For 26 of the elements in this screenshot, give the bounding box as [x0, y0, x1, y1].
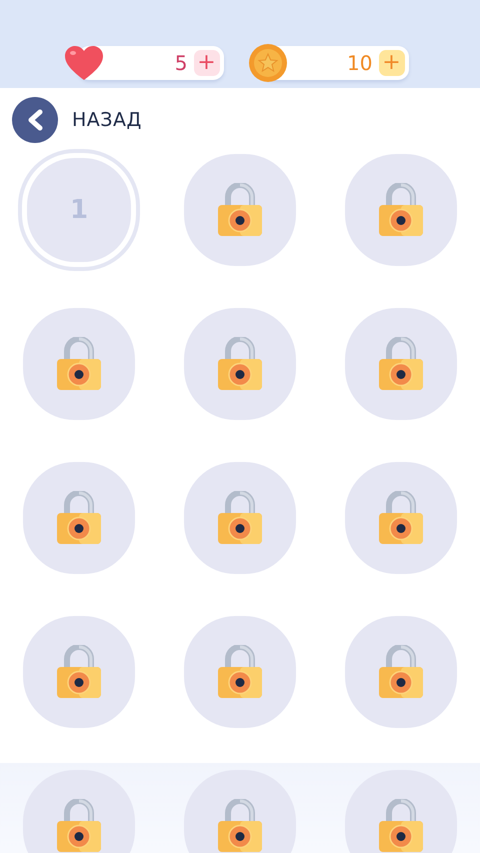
padlock-icon: [378, 337, 424, 391]
padlock-icon: [378, 799, 424, 853]
add-button[interactable]: +: [194, 50, 220, 76]
padlock-icon: [56, 491, 102, 545]
padlock-icon: [217, 645, 263, 699]
padlock-icon: [217, 491, 263, 545]
add-button[interactable]: +: [378, 50, 404, 76]
padlock-icon: [378, 491, 424, 545]
back-label[interactable]: НАЗАД: [72, 109, 142, 131]
padlock-icon: [378, 645, 424, 699]
padlock-icon: [217, 337, 263, 391]
locked-level-tile[interactable]: [345, 770, 457, 853]
locked-level-tile[interactable]: [184, 770, 296, 853]
back-button[interactable]: [12, 97, 58, 143]
padlock-icon: [378, 183, 424, 237]
padlock-icon: [217, 799, 263, 853]
chevron-left-icon: [26, 109, 44, 131]
padlock-icon: [56, 337, 102, 391]
coins-count: 10: [347, 51, 372, 75]
padlock-icon: [56, 799, 102, 853]
padlock-icon: [217, 183, 263, 237]
heart-icon: [64, 45, 104, 81]
coin-icon: [248, 44, 286, 82]
padlock-icon: [56, 645, 102, 699]
lives-count: 5: [174, 51, 188, 75]
locked-level-tile[interactable]: [23, 770, 135, 853]
